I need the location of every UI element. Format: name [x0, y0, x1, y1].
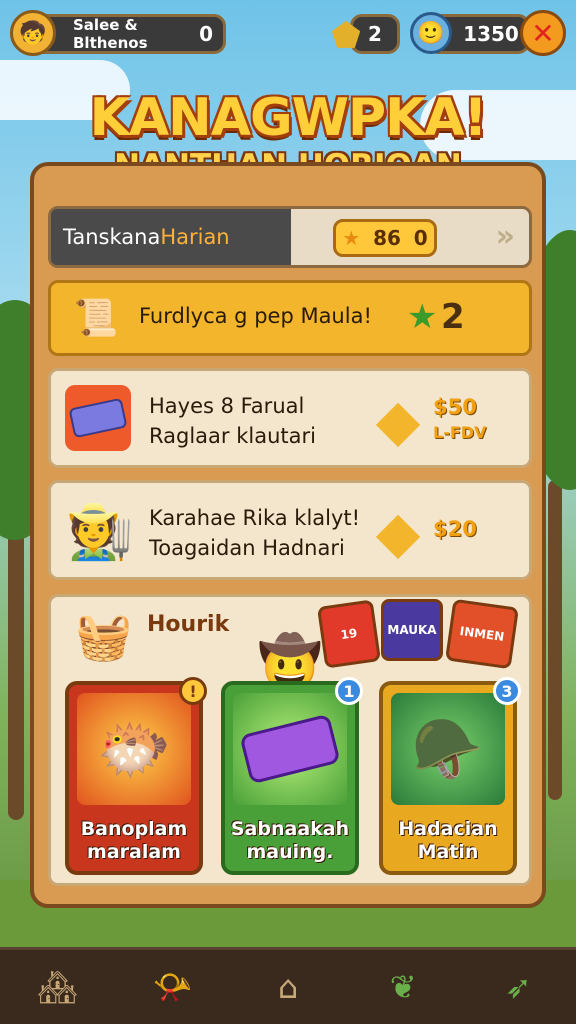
- fish-icon: 🐡: [96, 714, 172, 785]
- mini-card[interactable]: INMEN: [445, 598, 519, 670]
- gem-count: 2: [368, 22, 382, 46]
- card-badge: !: [179, 677, 207, 705]
- quest-row[interactable]: 🧑‍🌾 Karahae Rika klalyt! Toagaidan Hadna…: [48, 480, 532, 580]
- bottom-nav: 🏘 📯 ⌂ ❦ ➶: [0, 947, 576, 1024]
- close-button[interactable]: ✕: [520, 10, 566, 56]
- card-badge: 3: [493, 677, 521, 705]
- green-star-icon: ★: [407, 297, 438, 337]
- quest-panel: Tanskana Harian ★ 86 0 » 📜 Furdlyca g pe…: [30, 162, 546, 908]
- daily-star-count: 2: [441, 297, 465, 337]
- card-art: 🪖: [391, 693, 505, 805]
- quest-reward: $50: [433, 395, 477, 419]
- block-icon: [68, 397, 128, 439]
- close-icon: ✕: [531, 16, 555, 50]
- quest-reward-sub: L-FDV: [433, 423, 487, 442]
- quest-reward: $20: [433, 517, 477, 541]
- star-secondary: 0: [413, 226, 428, 250]
- gem-icon: ⬟: [331, 16, 361, 56]
- player-level: 0: [199, 22, 213, 46]
- card-label: Sabnaakah mauing.: [225, 818, 355, 866]
- shop-card[interactable]: 🐡 ! Banoplam maralam: [65, 677, 207, 875]
- tab-label-main: Tanskana: [63, 225, 161, 249]
- tree-trunk: [548, 480, 562, 800]
- gold-gem-icon: ◆: [375, 498, 421, 566]
- card-label-line1: Hadacian: [398, 817, 498, 840]
- top-bar: Salee & Blthenos 0 🧒 2 ⬟ 1350 🙂 ✕: [10, 10, 566, 60]
- card-badge-label: 1: [343, 681, 355, 701]
- player-avatar[interactable]: 🧒: [10, 10, 56, 56]
- card-badge-label: 3: [501, 681, 513, 701]
- nav-bird-icon[interactable]: ➶: [488, 957, 548, 1017]
- gold-gem-icon: ◆: [375, 386, 421, 454]
- mini-card[interactable]: MAUKA: [381, 599, 443, 661]
- daily-text: Furdlyca g pep Maula!: [139, 304, 372, 328]
- player-name: Salee & Blthenos: [73, 16, 148, 52]
- quest-row[interactable]: Hayes 8 Farual Raglaar klautari ◆ $50 L-…: [48, 368, 532, 468]
- mini-card-label: MAUKA: [387, 623, 437, 637]
- purple-block-icon: [233, 693, 347, 805]
- tab-label: Tanskana Harian: [51, 209, 291, 265]
- card-art: [233, 693, 347, 805]
- card-art: 🐡: [77, 693, 191, 805]
- star-count: 86: [373, 226, 401, 250]
- coin-count: 1350: [463, 22, 519, 46]
- chevron-right-icon[interactable]: »: [496, 219, 515, 254]
- shop-card[interactable]: 🪖 3 Hadacian Matin: [379, 677, 521, 875]
- card-label-line1: Banoplam: [80, 817, 188, 840]
- mini-card[interactable]: 19: [316, 599, 382, 669]
- friend-avatar-icon: 🙂: [410, 12, 452, 54]
- player-pill[interactable]: Salee & Blthenos 0: [30, 14, 226, 54]
- page-title: KANAGWPKA!: [89, 88, 488, 148]
- card-label-line2: Matin: [417, 841, 479, 864]
- card-badge-label: !: [189, 681, 197, 701]
- daily-reward-row[interactable]: 📜 Furdlyca g pep Maula! ★ 2: [48, 280, 532, 356]
- quest-subtitle: Raglaar klautari: [149, 424, 316, 448]
- nav-leaf-icon[interactable]: ❦: [373, 957, 433, 1017]
- card-label-line2: maralam: [87, 841, 181, 864]
- nav-village-icon[interactable]: 🏘: [28, 957, 88, 1017]
- mini-card-label: INMEN: [458, 623, 506, 645]
- nav-horn-icon[interactable]: 📯: [143, 957, 203, 1017]
- mini-card-label: 19: [339, 625, 359, 643]
- daily-tab-row[interactable]: Tanskana Harian ★ 86 0 »: [48, 206, 532, 268]
- star-counter: ★ 86 0: [333, 219, 437, 257]
- card-label-line1: Sabnaakah: [230, 817, 350, 840]
- card-label: Hadacian Matin: [383, 818, 513, 866]
- tree-trunk: [8, 520, 24, 820]
- quest-icon: [65, 385, 131, 451]
- card-label-line2: mauing.: [246, 841, 334, 864]
- nav-home-icon[interactable]: ⌂: [258, 957, 318, 1017]
- tab-label-accent: Harian: [160, 225, 230, 249]
- treasure-chest-icon: 🧺: [75, 608, 133, 663]
- star-icon: ★: [342, 226, 361, 250]
- scroll-map-icon: 📜: [73, 298, 119, 339]
- quest-title: Karahae Rika klalyt!: [149, 506, 361, 530]
- quest-subtitle: Toagaidan Hadnari: [149, 536, 345, 560]
- shop-card[interactable]: 1 Sabnaakah mauing.: [221, 677, 363, 875]
- quest-title: Hayes 8 Farual: [149, 394, 305, 418]
- card-label: Banoplam maralam: [69, 818, 199, 866]
- shop-header: Hourik: [147, 612, 230, 637]
- character-icon: 🧑‍🌾: [66, 500, 134, 563]
- soldier-icon: 🪖: [411, 714, 485, 783]
- card-badge: 1: [335, 677, 363, 705]
- shop-section: 🧺 Hourik 🤠 19 MAUKA INMEN 🐡 ! Banoplam m…: [48, 594, 532, 886]
